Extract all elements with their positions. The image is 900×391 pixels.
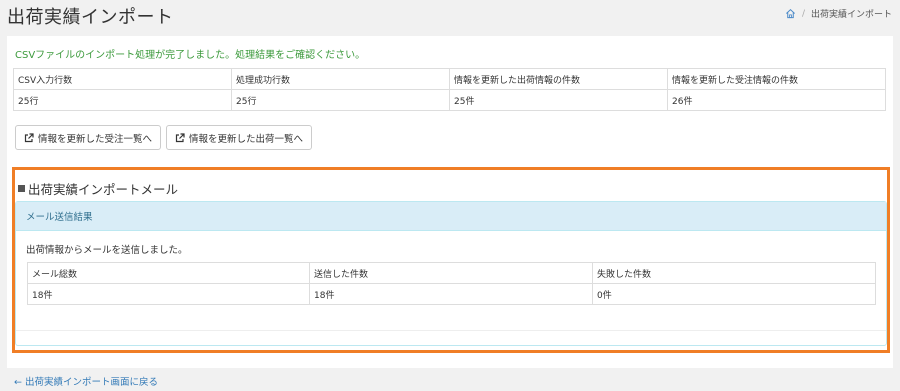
orders-list-button[interactable]: 情報を更新した受注一覧へ	[15, 125, 162, 150]
mail-sent-message: 出荷情報からメールを送信しました。	[26, 245, 188, 256]
value-cell: 25件	[449, 89, 668, 111]
home-icon[interactable]	[785, 8, 796, 19]
external-link-icon	[175, 132, 185, 142]
orders-list-label: 情報を更新した受注一覧へ	[38, 133, 153, 145]
external-link-icon	[24, 132, 34, 142]
back-to-import-link[interactable]: ← 出荷実績インポート画面に戻る	[14, 374, 158, 388]
value-cell: 25行	[231, 89, 450, 111]
mail-result-table: メール総数 送信した件数 失敗した件数 18件 18件 0件	[27, 262, 876, 305]
value-cell: 25行	[13, 89, 232, 111]
header-cell: メール総数	[27, 262, 310, 284]
table-row: 25行 25行 25件 26件	[13, 89, 886, 111]
panel-heading: メール送信結果	[16, 202, 886, 231]
success-message: CSVファイルのインポート処理が完了しました。処理結果をご確認ください。	[15, 50, 366, 61]
panel-divider	[16, 330, 886, 331]
breadcrumb: / 出荷実績インポート	[785, 7, 892, 20]
header-cell: 送信した件数	[309, 262, 593, 284]
value-cell: 0件	[592, 283, 876, 305]
table-header-row: CSV入力行数 処理成功行数 情報を更新した出荷情報の件数 情報を更新した受注情…	[13, 68, 886, 90]
shipments-list-button[interactable]: 情報を更新した出荷一覧へ	[166, 125, 313, 150]
square-bullet-icon	[18, 185, 25, 192]
value-cell: 18件	[309, 283, 593, 305]
header-cell: CSV入力行数	[13, 68, 232, 90]
mail-section-title: 出荷実績インポートメール	[28, 182, 179, 197]
action-buttons: 情報を更新した受注一覧へ 情報を更新した出荷一覧へ	[15, 125, 313, 150]
breadcrumb-current: 出荷実績インポート	[810, 10, 892, 20]
value-cell: 26件	[667, 89, 886, 111]
mail-result-panel: メール送信結果 出荷情報からメールを送信しました。 メール総数 送信した件数 失…	[15, 201, 887, 346]
header-cell: 情報を更新した出荷情報の件数	[449, 68, 668, 90]
breadcrumb-separator: /	[801, 8, 805, 19]
header-cell: 失敗した件数	[592, 262, 876, 284]
table-header-row: メール総数 送信した件数 失敗した件数	[27, 262, 876, 284]
page-header: 出荷実績インポート / 出荷実績インポート	[0, 0, 900, 28]
table-row: 18件 18件 0件	[27, 283, 876, 305]
header-cell: 処理成功行数	[231, 68, 450, 90]
mail-section-heading: 出荷実績インポートメール	[18, 179, 178, 198]
shipments-list-label: 情報を更新した出荷一覧へ	[189, 133, 304, 145]
mail-section-highlight: 出荷実績インポートメール メール送信結果 出荷情報からメールを送信しました。 メ…	[12, 167, 890, 353]
value-cell: 18件	[27, 283, 310, 305]
header-cell: 情報を更新した受注情報の件数	[667, 68, 886, 90]
page-title: 出荷実績インポート	[7, 7, 174, 28]
import-result-table: CSV入力行数 処理成功行数 情報を更新した出荷情報の件数 情報を更新した受注情…	[13, 68, 886, 111]
